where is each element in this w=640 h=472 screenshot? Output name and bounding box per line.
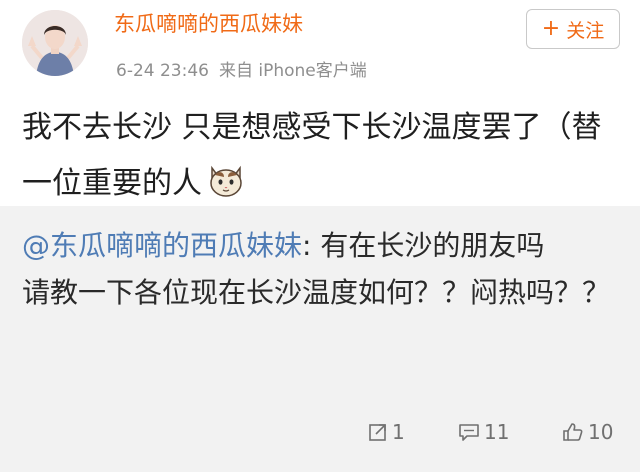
- repost-text: @东瓜嘀嘀的西瓜妹妹: 有在长沙的朋友吗 请教一下各位现在长沙温度如何？？闷热吗…: [22, 222, 626, 316]
- comment-button[interactable]: 11: [458, 420, 509, 444]
- cat-face-emoji: [210, 165, 242, 197]
- comment-count: 11: [484, 420, 510, 444]
- post-header: 东瓜嘀嘀的西瓜妹妹 6-24 23:46 来自 iPhone客户端 + 关注: [0, 0, 640, 88]
- like-count: 10: [588, 420, 614, 444]
- post-timestamp: 6-24 23:46: [116, 61, 209, 81]
- thumbs-up-icon: [563, 423, 583, 441]
- avatar[interactable]: [22, 10, 88, 76]
- follow-button[interactable]: + 关注: [526, 9, 620, 49]
- post-source: 来自 iPhone客户端: [218, 61, 367, 81]
- repost-icon: [369, 424, 386, 441]
- like-button[interactable]: 10: [562, 420, 613, 444]
- repost-box[interactable]: @东瓜嘀嘀的西瓜妹妹: 有在长沙的朋友吗 请教一下各位现在长沙温度如何？？闷热吗…: [0, 206, 640, 472]
- comment-icon: [459, 424, 479, 441]
- mention-link[interactable]: @东瓜嘀嘀的西瓜妹妹: [22, 229, 302, 262]
- follow-label: 关注: [566, 19, 605, 42]
- repost-actions: 1 11 10: [0, 414, 640, 454]
- post-text-content: 我不去长沙 只是想感受下长沙温度罢了（替一位重要的人: [22, 110, 602, 201]
- repost-count: 1: [392, 420, 405, 444]
- post-text: 我不去长沙 只是想感受下长沙温度罢了（替一位重要的人: [22, 100, 622, 212]
- post-meta: 6-24 23:46 来自 iPhone客户端: [116, 56, 367, 81]
- repost-button[interactable]: 1: [368, 420, 405, 444]
- plus-icon: +: [541, 16, 561, 41]
- avatar-image: [22, 10, 88, 76]
- author-name[interactable]: 东瓜嘀嘀的西瓜妹妹: [114, 8, 303, 38]
